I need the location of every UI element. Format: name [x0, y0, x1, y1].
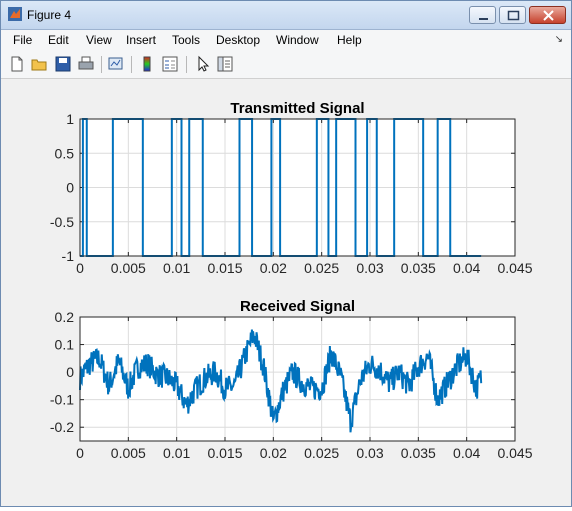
- close-button[interactable]: [529, 6, 566, 24]
- x-tick-label: 0.015: [207, 445, 242, 461]
- link-plot-icon[interactable]: [107, 55, 125, 73]
- menu-bar: File Edit View Insert Tools Desktop Wind…: [1, 30, 571, 51]
- x-tick-label: 0.045: [497, 260, 532, 276]
- y-tick-label: 0: [66, 364, 74, 380]
- x-tick-label: 0.045: [497, 445, 532, 461]
- y-tick-label: -0.2: [50, 419, 74, 435]
- x-tick-label: 0.015: [207, 260, 242, 276]
- y-tick-label: 1: [66, 111, 74, 127]
- x-tick-label: 0.01: [163, 260, 190, 276]
- dock-arrow-icon[interactable]: ↘: [555, 34, 563, 45]
- x-tick-label: 0.005: [111, 260, 146, 276]
- close-icon: [543, 10, 554, 21]
- menu-tools[interactable]: Tools: [172, 33, 200, 47]
- plot-area: 0 0.005 0.01 0.015 0.02 0.025 0.03 0.035 0.04 0.0…: [1, 79, 571, 506]
- x-tick-label: 0.04: [453, 445, 480, 461]
- x-tick-label: 0.035: [401, 260, 436, 276]
- x-tick-label: 0: [76, 445, 84, 461]
- open-file-icon[interactable]: [31, 55, 49, 73]
- x-tick-label: 0.025: [304, 445, 339, 461]
- x-tick-label: 0.035: [401, 445, 436, 461]
- menu-file[interactable]: File: [13, 33, 32, 47]
- x-tick-label: 0.025: [304, 260, 339, 276]
- x-tick-label: 0.02: [260, 445, 287, 461]
- y-tick-label: 0: [66, 180, 74, 196]
- menu-insert[interactable]: Insert: [126, 33, 156, 47]
- y-tick-label: -1: [62, 248, 75, 264]
- y-tick-label: 0.5: [55, 145, 75, 161]
- x-tick-label: 0.005: [111, 445, 146, 461]
- menu-window[interactable]: Window: [276, 33, 319, 47]
- figure-window: Figure 4 File Edit View Insert Tools Des…: [0, 0, 572, 507]
- y-tick-label: 0.2: [55, 309, 75, 325]
- maximize-icon: [507, 10, 520, 21]
- title-bar[interactable]: Figure 4: [1, 1, 571, 30]
- minimize-icon: [479, 18, 488, 20]
- menu-desktop[interactable]: Desktop: [216, 33, 260, 47]
- window-title: Figure 4: [27, 8, 72, 22]
- save-icon[interactable]: [54, 55, 72, 73]
- y-tick-label: 0.1: [55, 337, 75, 353]
- legend-icon[interactable]: [161, 55, 179, 73]
- toolbar-separator: [131, 56, 132, 73]
- menu-view[interactable]: View: [86, 33, 112, 47]
- toolbar: [1, 51, 571, 79]
- x-tick-label: 0.03: [356, 445, 383, 461]
- colorbar-icon[interactable]: [138, 55, 156, 73]
- axes-1: 0 0.005 0.01 0.015 0.02 0.025 0.03 0.035 0.04 0.0…: [50, 100, 533, 276]
- maximize-button[interactable]: [499, 6, 526, 24]
- x-tick-label: 0: [76, 260, 84, 276]
- toolbar-separator: [101, 56, 102, 73]
- toolbar-separator: [186, 56, 187, 73]
- axes-title: Transmitted Signal: [230, 100, 364, 117]
- y-tick-label: -0.5: [50, 214, 74, 230]
- menu-help[interactable]: Help: [337, 33, 362, 47]
- y-tick-label: -0.1: [50, 392, 74, 408]
- figure-canvas: 0 0.005 0.01 0.015 0.02 0.025 0.03 0.035 0.04 0.0…: [50, 100, 533, 461]
- matlab-icon: [8, 7, 22, 21]
- print-icon[interactable]: [77, 55, 95, 73]
- property-editor-icon[interactable]: [216, 55, 234, 73]
- x-tick-label: 0.04: [453, 260, 480, 276]
- pointer-icon[interactable]: [194, 55, 212, 73]
- menu-edit[interactable]: Edit: [48, 33, 69, 47]
- axes-title: Received Signal: [240, 298, 355, 315]
- new-figure-icon[interactable]: [8, 55, 26, 73]
- x-tick-label: 0.01: [163, 445, 190, 461]
- minimize-button[interactable]: [469, 6, 496, 24]
- x-tick-label: 0.02: [260, 260, 287, 276]
- x-tick-label: 0.03: [356, 260, 383, 276]
- axes-2: 0 0.005 0.01 0.015 0.02 0.025 0.03 0.035 0.04 0.0…: [50, 298, 533, 461]
